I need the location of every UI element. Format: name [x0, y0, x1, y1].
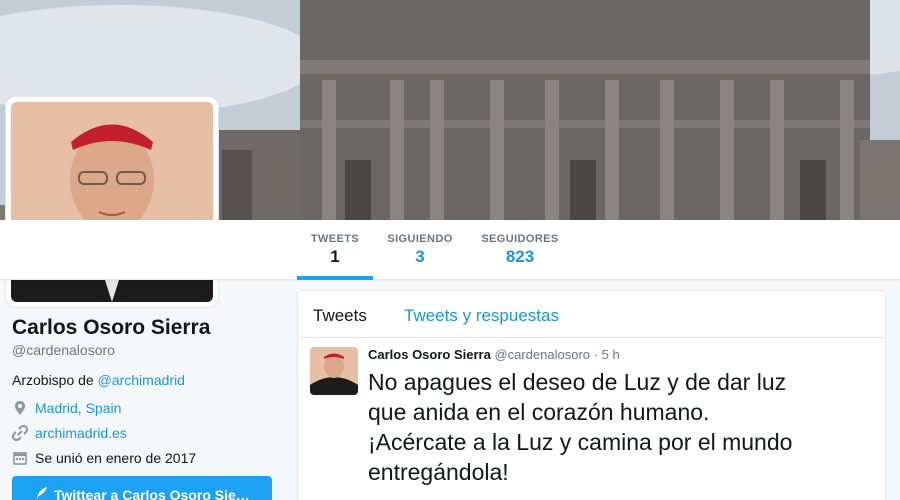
profile-website: archimadrid.es [11, 424, 282, 442]
profile-card: Carlos Osoro Sierra @cardenalosoro Arzob… [11, 316, 282, 500]
joined-text: Se unió en enero de 2017 [35, 450, 197, 466]
profile-joined: Se unió en enero de 2017 [12, 450, 282, 466]
map-pin-icon [12, 400, 28, 416]
nav-tweets-label: TWEETS [310, 233, 360, 245]
tweet-text-line: ¡Acércate a la Luz y camina por el mundo [368, 429, 793, 455]
tweet-text-line: que anida en el corazón humano. [368, 399, 710, 425]
nav-tweets-count: 1 [330, 247, 340, 266]
tab-tweets-and-replies[interactable]: Tweets y respuestas [404, 306, 559, 326]
bio-mention-link[interactable]: @archimadrid [98, 372, 185, 388]
tweet-to-button[interactable]: Twittear a Carlos Osoro Sie… [12, 476, 272, 500]
profile-nav: TWEETS 1 SIGUIENDO 3 SEGUIDORES 823 [0, 220, 900, 280]
tweet-text-line: No apagues el deseo de Luz y de dar luz [368, 369, 787, 395]
tweet-text-line: entregándola! [368, 459, 509, 485]
nav-followers-count: 823 [505, 247, 535, 266]
nav-following[interactable]: SIGUIENDO 3 [384, 220, 456, 280]
link-icon [11, 424, 29, 442]
profile-bio: Arzobispo de @archimadrid [12, 372, 282, 388]
timeline-tabs: Tweets Tweets y respuestas [298, 291, 885, 338]
profile-handle[interactable]: @cardenalosoro [12, 342, 282, 358]
profile-full-name[interactable]: Carlos Osoro Sierra [12, 316, 282, 340]
timeline: Tweets Tweets y respuestas Carlos Osoro … [297, 290, 886, 500]
tweet-body: Carlos Osoro Sierra @cardenalosoro · 5 h… [368, 347, 873, 487]
tweet-header: Carlos Osoro Sierra @cardenalosoro · 5 h [368, 347, 873, 362]
location-link[interactable]: Madrid, Spain [35, 400, 121, 416]
tweet-text: No apagues el deseo de Luz y de dar luz … [368, 367, 873, 487]
website-link[interactable]: archimadrid.es [35, 425, 127, 441]
tweet-author-name[interactable]: Carlos Osoro Sierra [368, 347, 491, 362]
feather-quill-icon [34, 486, 48, 500]
profile-location: Madrid, Spain [12, 400, 282, 416]
nav-tweets[interactable]: TWEETS 1 [297, 220, 373, 280]
tweet-separator: · [593, 347, 599, 362]
nav-followers[interactable]: SEGUIDORES 823 [476, 220, 564, 280]
calendar-icon [12, 450, 28, 466]
nav-following-label: SIGUIENDO [387, 233, 453, 245]
tweet-author-avatar[interactable] [310, 347, 358, 395]
tweet-timestamp[interactable]: 5 h [602, 347, 620, 362]
nav-following-count: 3 [415, 247, 425, 266]
nav-followers-label: SEGUIDORES [481, 233, 559, 245]
tab-tweets[interactable]: Tweets [313, 306, 367, 326]
tweet-to-button-label: Twittear a Carlos Osoro Sie… [54, 487, 250, 500]
tweet-author-handle[interactable]: @cardenalosoro [494, 347, 590, 362]
bio-text: Arzobispo de [12, 372, 98, 388]
